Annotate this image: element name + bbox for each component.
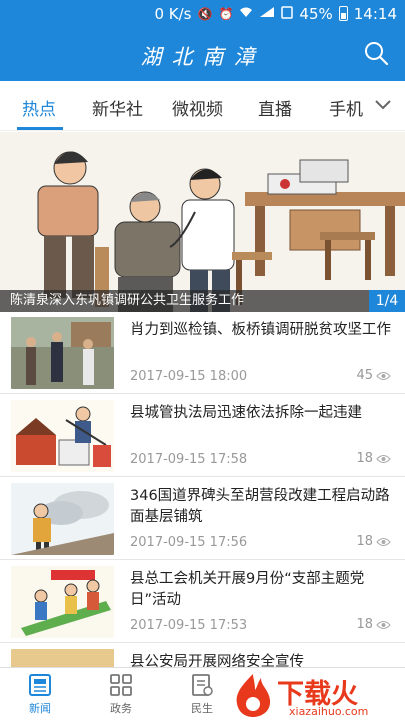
news-date: 2017-09-15 17:53 — [130, 618, 248, 633]
view-count: 18 — [356, 534, 373, 549]
eye-icon — [376, 371, 391, 380]
battery-icon — [338, 6, 348, 21]
carousel-caption: 陈清泉深入东巩镇调研公共卫生服务工作 — [0, 290, 405, 312]
tab-micro-video[interactable]: 微视频 — [172, 95, 223, 120]
nav-news[interactable]: 新闻 — [10, 672, 70, 716]
news-thumbnail — [11, 400, 114, 472]
news-thumbnail — [11, 483, 114, 555]
nav-label: 民生 — [191, 702, 213, 715]
signal-icon — [259, 6, 275, 21]
news-item[interactable]: 县总工会机关开展9月份“支部主题党日”活动 2017-09-15 17:53 1… — [0, 561, 405, 643]
eye-icon — [376, 537, 391, 546]
carousel-counter: 1/4 — [369, 290, 405, 312]
nav-label: 新闻 — [29, 702, 51, 715]
news-date: 2017-09-15 17:56 — [130, 535, 248, 550]
news-views: 18 — [356, 534, 391, 549]
headline-carousel[interactable]: 陈清泉深入东巩镇调研公共卫生服务工作 1/4 — [0, 132, 405, 312]
search-icon — [365, 42, 389, 66]
news-item[interactable]: 346国道界碑头至胡营段改建工程启动路面基层铺筑 2017-09-15 17:5… — [0, 478, 405, 560]
tab-xinhua[interactable]: 新华社 — [92, 95, 143, 120]
wifi-icon — [239, 6, 253, 21]
tab-hot[interactable]: 热点 — [22, 95, 56, 120]
active-tab-indicator — [17, 127, 63, 130]
view-count: 18 — [356, 617, 373, 632]
network-speed: 0 K/s — [154, 4, 192, 23]
status-bar: 0 K/s 🔇 ⏰ 45% 14:14 — [0, 0, 405, 27]
tabs-expand-button[interactable] — [371, 93, 395, 117]
chevron-down-icon — [375, 100, 391, 110]
news-item[interactable]: 县城管执法局迅速依法拆除一起违建 2017-09-15 17:58 18 — [0, 395, 405, 477]
news-date: 2017-09-15 18:00 — [130, 369, 248, 384]
news-list: 肖力到巡检镇、板桥镇调研脱贫攻坚工作 2017-09-15 18:00 45 县… — [0, 312, 405, 667]
view-count: 45 — [356, 368, 373, 383]
news-item[interactable]: 县公安局开展网络安全宣传 — [0, 644, 405, 667]
watermark-url: xiazaihuo.com — [289, 705, 369, 718]
channel-tabs: 热点 新华社 微视频 直播 手机 — [0, 81, 405, 131]
news-title: 肖力到巡检镇、板桥镇调研脱贫攻坚工作 — [130, 322, 391, 338]
app-header: 湖北南漳 — [0, 27, 405, 81]
app-screen: 0 K/s 🔇 ⏰ 45% 14:14 湖北南漳 热点 新华社 微视频 直播 手… — [0, 0, 405, 720]
newspaper-icon — [29, 674, 51, 696]
search-button[interactable] — [363, 40, 389, 66]
grid-icon — [110, 674, 132, 696]
mute-icon: 🔇 — [197, 6, 213, 21]
news-item[interactable]: 肖力到巡检镇、板桥镇调研脱贫攻坚工作 2017-09-15 18:00 45 — [0, 312, 405, 394]
clock: 14:14 — [353, 4, 397, 23]
watermark-logo: 下载火 xiazaihuo.com — [229, 670, 399, 720]
alarm-icon: ⏰ — [218, 6, 234, 21]
news-thumbnail — [11, 317, 114, 389]
tab-live[interactable]: 直播 — [258, 95, 292, 120]
nav-government[interactable]: 政务 — [91, 672, 151, 716]
news-thumbnail — [11, 649, 114, 667]
bottom-navigation: 新闻 政务 民生 下载火 xiazaihuo.com — [0, 667, 405, 720]
news-views: 45 — [356, 368, 391, 383]
news-title: 346国道界碑头至胡营段改建工程启动路面基层铺筑 — [130, 488, 390, 525]
nav-livelihood[interactable]: 民生 — [172, 672, 232, 716]
eye-icon — [376, 454, 391, 463]
view-count: 18 — [356, 451, 373, 466]
fire-logo-icon — [236, 674, 271, 717]
nav-label: 政务 — [110, 702, 132, 715]
news-thumbnail — [11, 566, 114, 638]
sim-icon — [281, 5, 294, 22]
news-views: 18 — [356, 617, 391, 632]
carousel-illustration — [0, 132, 405, 312]
news-title: 县公安局开展网络安全宣传 — [130, 654, 304, 667]
news-date: 2017-09-15 17:58 — [130, 452, 248, 467]
tab-mobile[interactable]: 手机 — [329, 95, 363, 120]
news-title: 县总工会机关开展9月份“支部主题党日”活动 — [130, 571, 365, 608]
app-title: 湖北南漳 — [140, 45, 265, 69]
news-views: 18 — [356, 451, 391, 466]
document-icon — [192, 674, 213, 696]
eye-icon — [376, 620, 391, 629]
news-title: 县城管执法局迅速依法拆除一起违建 — [130, 405, 362, 421]
battery-level: 45% — [299, 4, 333, 23]
